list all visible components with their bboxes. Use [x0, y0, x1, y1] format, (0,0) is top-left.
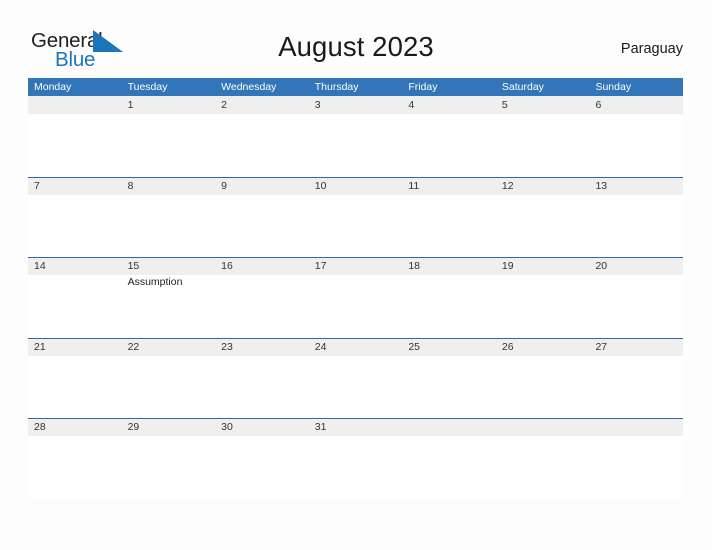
day-number[interactable]: 13	[589, 178, 683, 195]
week-body-band: Assumption	[28, 275, 683, 337]
day-number[interactable]: 20	[589, 258, 683, 275]
day-cell[interactable]	[402, 195, 496, 257]
day-cell[interactable]	[402, 436, 496, 498]
day-cell[interactable]	[589, 114, 683, 176]
day-number[interactable]: 4	[402, 97, 496, 114]
calendar-week-row: 21 22 23 24 25 26 27	[28, 337, 683, 419]
weekday-header-wednesday: Wednesday	[221, 81, 277, 93]
day-cell[interactable]	[589, 436, 683, 498]
day-cell[interactable]	[309, 436, 403, 498]
day-number[interactable]: 24	[309, 339, 403, 356]
page-header: General Blue August 2023 Paraguay	[0, 0, 712, 78]
week-daynumber-band: 7 8 9 10 11 12 13	[28, 176, 683, 195]
day-cell[interactable]	[589, 275, 683, 337]
day-number[interactable]: 22	[122, 339, 216, 356]
day-cell[interactable]	[122, 356, 216, 418]
day-cell[interactable]	[28, 275, 122, 337]
page-title: August 2023	[278, 31, 434, 62]
day-cell[interactable]	[122, 114, 216, 176]
day-number[interactable]: 18	[402, 258, 496, 275]
day-number[interactable]: 1	[122, 97, 216, 114]
day-number[interactable]	[402, 419, 496, 436]
day-cell[interactable]	[496, 195, 590, 257]
day-event: Assumption	[127, 276, 183, 288]
calendar-page: General Blue August 2023 Paraguay Monday…	[0, 0, 712, 550]
day-cell[interactable]	[28, 114, 122, 176]
day-cell[interactable]	[215, 436, 309, 498]
day-number[interactable]: 29	[122, 419, 216, 436]
week-daynumber-band: 28 29 30 31	[28, 418, 683, 436]
week-daynumber-band: 1 2 3 4 5 6	[28, 96, 683, 114]
day-number[interactable]: 27	[589, 339, 683, 356]
day-cell[interactable]	[496, 356, 590, 418]
day-number[interactable]: 17	[309, 258, 403, 275]
week-body-band	[28, 436, 683, 498]
calendar-week-row: 28 29 30 31	[28, 418, 683, 499]
week-body-band	[28, 194, 683, 257]
week-body-band	[28, 355, 683, 418]
day-number[interactable]: 23	[215, 339, 309, 356]
day-number[interactable]: 5	[496, 97, 590, 114]
day-number[interactable]	[496, 419, 590, 436]
day-number[interactable]: 21	[28, 339, 122, 356]
country-label: Paraguay	[620, 41, 683, 57]
weekday-header-monday: Monday	[34, 81, 72, 93]
weekday-header-row: Monday Tuesday Wednesday Thursday Friday…	[28, 78, 683, 96]
day-number[interactable]: 16	[215, 258, 309, 275]
day-cell[interactable]	[309, 195, 403, 257]
day-cell[interactable]	[402, 114, 496, 176]
day-number[interactable]: 14	[28, 258, 122, 275]
day-cell[interactable]	[496, 275, 590, 337]
weekday-header-sunday: Sunday	[595, 81, 632, 93]
day-cell[interactable]	[215, 114, 309, 176]
day-cell[interactable]	[402, 275, 496, 337]
day-number[interactable]	[28, 97, 122, 114]
week-daynumber-band: 14 15 16 17 18 19 20	[28, 257, 683, 275]
day-cell[interactable]	[122, 436, 216, 498]
weekday-header-thursday: Thursday	[314, 81, 359, 93]
day-number[interactable]: 15	[122, 258, 216, 275]
day-number[interactable]: 10	[309, 178, 403, 195]
weekday-header-tuesday: Tuesday	[127, 81, 168, 93]
week-daynumber-band: 21 22 23 24 25 26 27	[28, 337, 683, 356]
day-cell[interactable]	[28, 195, 122, 257]
day-number[interactable]: 26	[496, 339, 590, 356]
day-cell[interactable]	[122, 195, 216, 257]
day-cell[interactable]	[215, 275, 309, 337]
day-cell[interactable]	[215, 195, 309, 257]
day-cell[interactable]: Assumption	[122, 275, 216, 337]
day-cell[interactable]	[215, 356, 309, 418]
day-number[interactable]: 30	[215, 419, 309, 436]
day-number[interactable]: 7	[28, 178, 122, 195]
weekday-header-saturday: Saturday	[501, 81, 544, 93]
calendar-week-row: 14 15 16 17 18 19 20 Assumption	[28, 257, 683, 338]
day-cell[interactable]	[589, 195, 683, 257]
day-cell[interactable]	[589, 356, 683, 418]
day-number[interactable]: 12	[496, 178, 590, 195]
day-cell[interactable]	[309, 275, 403, 337]
calendar-week-row: 1 2 3 4 5 6	[28, 96, 683, 177]
day-number[interactable]: 3	[309, 97, 403, 114]
weekday-header-friday: Friday	[408, 81, 438, 93]
day-number[interactable]: 28	[28, 419, 122, 436]
day-number[interactable]: 6	[589, 97, 683, 114]
calendar-week-row: 7 8 9 10 11 12 13	[28, 176, 683, 258]
week-body-band	[28, 114, 683, 176]
day-number[interactable]: 11	[402, 178, 496, 195]
day-number[interactable]: 9	[215, 178, 309, 195]
day-cell[interactable]	[402, 356, 496, 418]
day-cell[interactable]	[28, 356, 122, 418]
day-cell[interactable]	[496, 436, 590, 498]
day-number[interactable]: 31	[309, 419, 403, 436]
day-number[interactable]: 8	[122, 178, 216, 195]
day-number[interactable]	[589, 419, 683, 436]
day-cell[interactable]	[309, 114, 403, 176]
day-cell[interactable]	[496, 114, 590, 176]
day-cell[interactable]	[28, 436, 122, 498]
day-cell[interactable]	[309, 356, 403, 418]
day-number[interactable]: 25	[402, 339, 496, 356]
calendar-grid: Monday Tuesday Wednesday Thursday Friday…	[28, 78, 683, 499]
day-number[interactable]: 19	[496, 258, 590, 275]
day-number[interactable]: 2	[215, 97, 309, 114]
